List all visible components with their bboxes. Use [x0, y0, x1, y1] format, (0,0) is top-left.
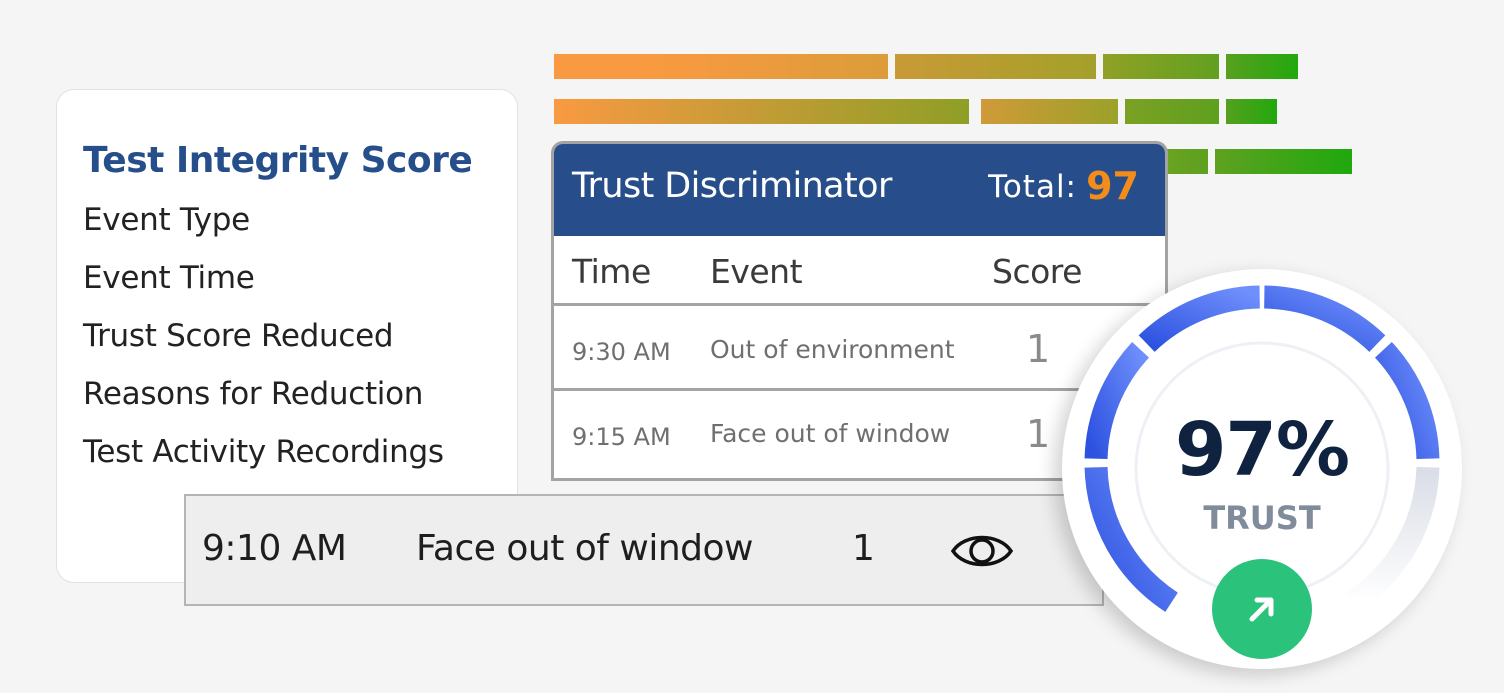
- row-event: Face out of window: [710, 419, 951, 448]
- highlighted-time: 9:10 AM: [202, 528, 347, 569]
- row-time: 9:15 AM: [572, 423, 671, 451]
- eye-icon[interactable]: [950, 530, 1014, 577]
- score-bar: [1226, 54, 1298, 79]
- score-bar: [1226, 99, 1277, 124]
- column-header-event: Event: [710, 252, 803, 291]
- trend-button[interactable]: [1212, 559, 1312, 659]
- column-header-time: Time: [572, 252, 651, 291]
- gauge-segment-filled: [1138, 285, 1261, 353]
- gauge-value: 97%: [1174, 407, 1350, 493]
- feature-event-time: Event Time: [83, 260, 255, 296]
- gauge-segment-filled: [1263, 285, 1386, 353]
- score-bar: [554, 99, 969, 124]
- trust-gauge: 97% TRUST: [1062, 269, 1462, 669]
- score-bar: [1215, 149, 1352, 174]
- score-bar: [1103, 54, 1219, 79]
- score-bar: [554, 54, 888, 79]
- feature-event-type: Event Type: [83, 202, 250, 238]
- trust-discriminator-title: Trust Discriminator: [572, 166, 892, 206]
- highlighted-event: Face out of window: [416, 528, 753, 569]
- highlighted-event-row[interactable]: 9:10 AM Face out of window 1: [184, 494, 1104, 606]
- score-bar: [1125, 99, 1219, 124]
- total-value: 97: [1086, 164, 1139, 208]
- highlighted-score: 1: [852, 528, 875, 569]
- total-label: Total:: [988, 169, 1077, 205]
- trust-discriminator-header: Trust Discriminator Total: 97: [554, 144, 1165, 236]
- feature-reasons-for-reduction: Reasons for Reduction: [83, 376, 424, 412]
- score-bar: [895, 54, 1096, 79]
- feature-trust-score-reduced: Trust Score Reduced: [83, 318, 394, 354]
- features-title: Test Integrity Score: [83, 140, 473, 181]
- score-bar: [981, 99, 1118, 124]
- arrow-up-right-icon: [1249, 597, 1274, 622]
- row-score: 1: [1026, 327, 1051, 371]
- row-score: 1: [1026, 412, 1051, 456]
- row-time: 9:30 AM: [572, 338, 671, 366]
- gauge-label: TRUST: [1203, 499, 1321, 537]
- feature-test-activity-recordings: Test Activity Recordings: [83, 434, 444, 470]
- row-event: Out of environment: [710, 335, 955, 364]
